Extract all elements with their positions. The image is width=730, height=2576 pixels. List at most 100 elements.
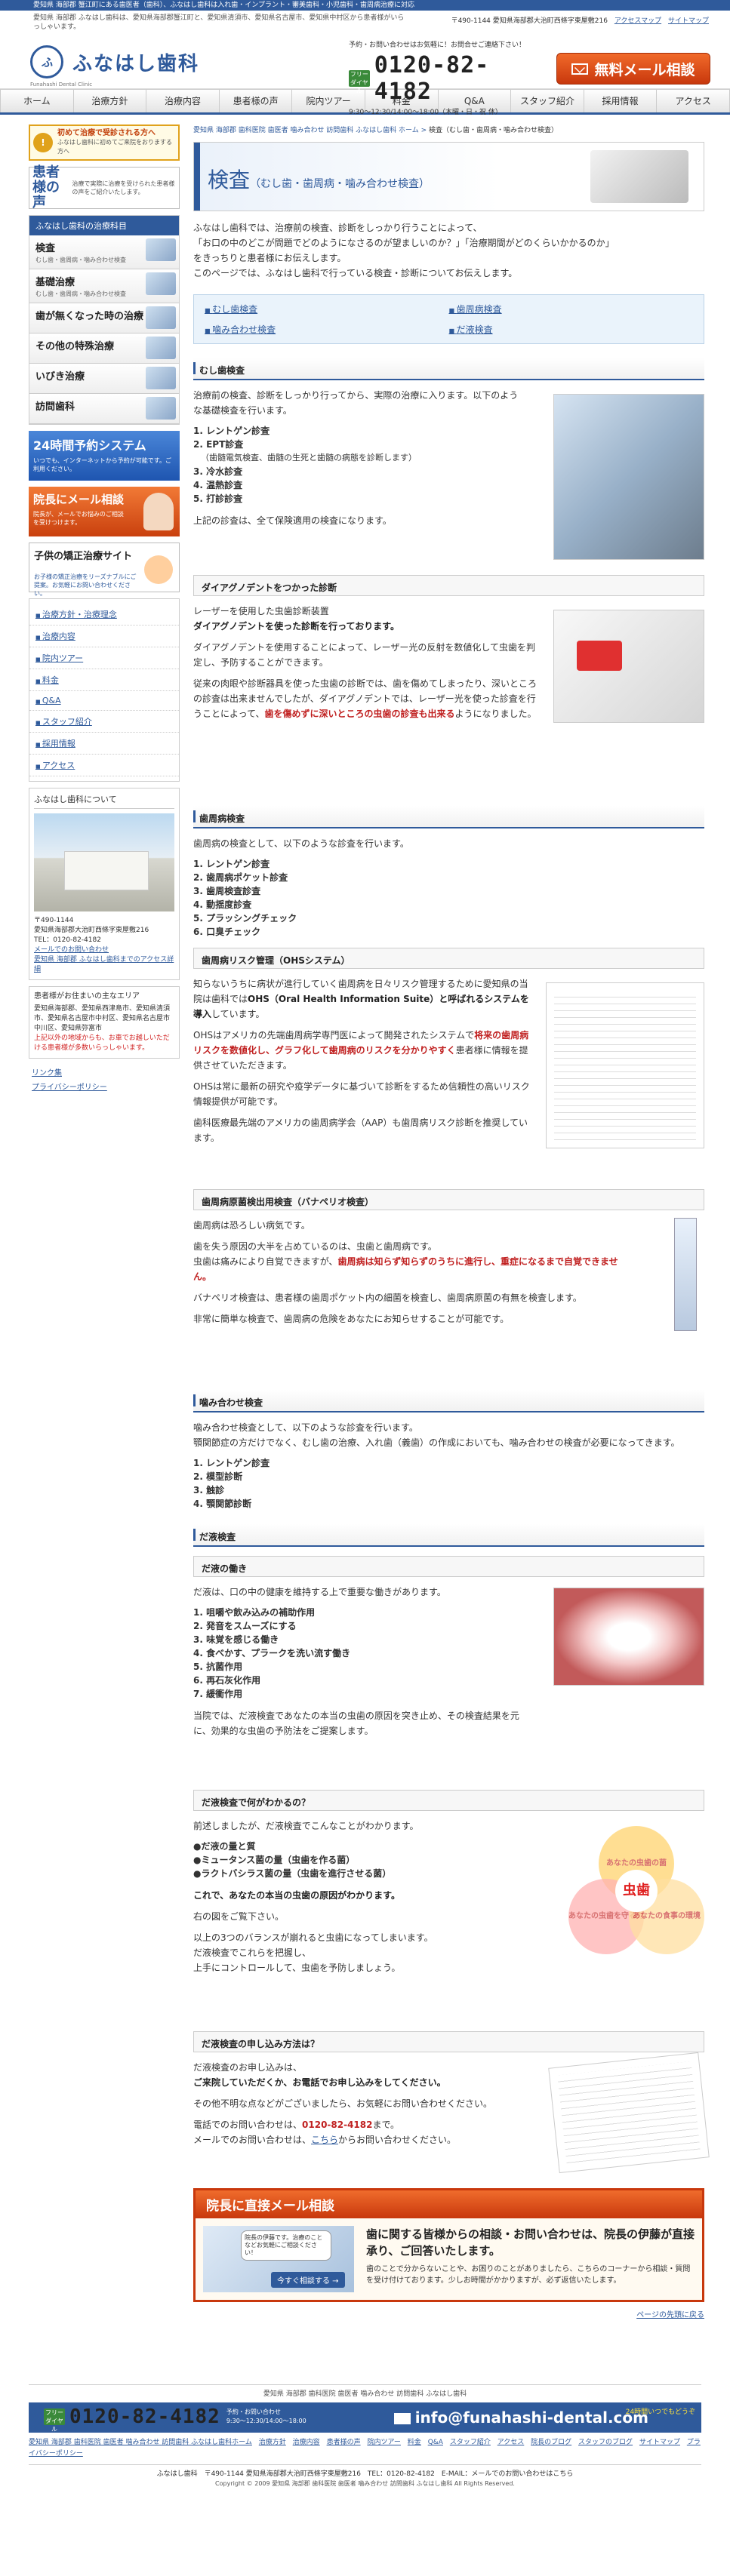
- nav-access[interactable]: アクセス: [657, 90, 730, 112]
- snoring-icon: [146, 367, 176, 389]
- tel-number[interactable]: 0120-82-4182: [374, 52, 545, 105]
- list-item: ●ラクトバシラス菌の量（虫歯を進行させる菌）: [193, 1868, 392, 1879]
- footer-link[interactable]: 料金: [408, 2439, 421, 2446]
- footer-link[interactable]: 治療方針: [259, 2439, 286, 2446]
- footer-mail[interactable]: info@funahashi-dental.com: [393, 2408, 648, 2427]
- footer-link[interactable]: 愛知県 海部郡 歯科医院 歯医者 噛み合わせ 訪問歯科 ふなはし歯科ホーム: [29, 2439, 252, 2446]
- footer-link[interactable]: Q&A: [428, 2439, 443, 2446]
- footer-link[interactable]: スタッフのブログ: [578, 2439, 633, 2446]
- envelope-icon: [393, 2413, 411, 2424]
- access-map-link[interactable]: アクセスマップ: [614, 17, 661, 25]
- list-item: 3. 歯周検査診査: [193, 886, 261, 896]
- application-form-image: [548, 2052, 710, 2174]
- consult-heading: 院長に直接メール相談: [196, 2190, 702, 2218]
- page-top-link[interactable]: ページの先頭に戻る: [636, 2311, 704, 2319]
- toc-caries[interactable]: むし歯検査: [205, 303, 449, 315]
- sidebar-link-policy[interactable]: 治療方針・治療理念: [29, 604, 179, 626]
- subsection-heading: だ液検査で何がわかるの？: [193, 1790, 704, 1811]
- footer-link[interactable]: 院長のブログ: [531, 2439, 571, 2446]
- sidebar-item-basic[interactable]: 基礎治療 むし歯・歯周病・噛み合わせ検査: [29, 269, 179, 303]
- kids-desc: お子様の矯正治療をリーズナブルにご提案。お気軽にお問い合わせください。: [34, 573, 137, 597]
- about-box: ふなはし歯科について 〒490-1144 愛知県海部郡大治町西條字東屋敷216 …: [29, 788, 180, 980]
- list-item: ●ミュータンス菌の量（虫歯を作る菌）: [193, 1855, 356, 1865]
- sidebar-links: 治療方針・治療理念 治療内容 院内ツアー 料金 Q&A スタッフ紹介 採用情報 …: [29, 598, 180, 782]
- nav-home[interactable]: ホーム: [0, 90, 74, 112]
- nav-recruit[interactable]: 採用情報: [584, 90, 658, 112]
- tel-hours: 9:30〜12:30/14:00〜18:00（木曜・日・祝 休）: [349, 109, 502, 116]
- about-mail-link[interactable]: メールでのお問い合わせ: [34, 945, 174, 955]
- subsection-heading: ダイアグノデントをつかった診断: [193, 575, 704, 596]
- site-header: 愛知県 海部郡 ふなはし歯科は、愛知県海部郡蟹江町と、愛知県清須市、愛知県名古屋…: [0, 11, 730, 116]
- list-item: 1. レントゲン診査: [193, 426, 270, 436]
- director-mail-banner[interactable]: 院長にメール相談 院長が、メールでお悩みのご相談を受けつけます。: [29, 487, 180, 536]
- paragraph: 噛み合わせ検査として、以下のような診査を行います。: [193, 1422, 418, 1433]
- section-bite: 噛み合わせ検査 噛み合わせ検査として、以下のような診査を行います。 顎関節症の方だ…: [193, 1390, 704, 1511]
- saliva-function-list: 1. 咀嚼や飲み込みの補助作用 2. 発音をスムーズにする 3. 味覚を感じる働…: [193, 1606, 525, 1701]
- sidebar-link-access[interactable]: アクセス: [29, 755, 179, 776]
- intro: ふなはし歯科では、治療前の検査、診断をしっかり行うことによって、 「お口の中のど…: [193, 220, 704, 281]
- sidebar-link-price[interactable]: 料金: [29, 669, 179, 691]
- sidebar-link-qa[interactable]: Q&A: [29, 691, 179, 711]
- first-visit-banner[interactable]: ! 初めて治療で受診される方へ ふなはし歯科に初めてご来院をおりまする方へ: [29, 124, 180, 161]
- footer-link[interactable]: スタッフ紹介: [450, 2439, 491, 2446]
- sidebar-item-missing-teeth[interactable]: 歯が無くなった時の治療: [29, 303, 179, 334]
- table-of-contents: むし歯検査 歯周病検査 噛み合わせ検査 だ液検査: [193, 294, 704, 344]
- director-mail-desc: 院長が、メールでお悩みのご相談を受けつけます。: [33, 511, 124, 526]
- sidebar-item-snoring[interactable]: いびき治療: [29, 364, 179, 394]
- footer-link[interactable]: アクセス: [497, 2439, 525, 2446]
- list-item: 3. 味覚を感じる働き: [193, 1634, 279, 1645]
- toc-bite[interactable]: 噛み合わせ検査: [205, 323, 449, 336]
- sidebar-item-visit[interactable]: 訪問歯科: [29, 394, 179, 424]
- section-saliva: だ液検査 だ液の働き だ液は、口の中の健康を維持する上で重要な働きがあります。 …: [193, 1524, 710, 2174]
- director-consult-box: 院長に直接メール相談 院長の伊藤です。治療のことなどお気軽にご相談ください！ 今…: [193, 2188, 704, 2302]
- implant-icon: [146, 306, 176, 329]
- footer-link[interactable]: 患者様の声: [327, 2439, 361, 2446]
- list-item: 3. 冷水診査: [193, 466, 243, 477]
- sidebar-link-treatment[interactable]: 治療内容: [29, 626, 179, 647]
- nav-voice[interactable]: 患者様の声: [220, 90, 293, 112]
- footer-link[interactable]: 院内ツアー: [367, 2439, 400, 2446]
- sidebar-link-staff[interactable]: スタッフ紹介: [29, 711, 179, 733]
- apply-mail-link[interactable]: こちら: [311, 2135, 338, 2145]
- privacy-link[interactable]: プライバシーポリシー: [29, 1079, 180, 1093]
- apply-tel: 0120-82-4182: [302, 2120, 373, 2130]
- header-tel: 予約・お問い合わせはお気軽に！お問合せご連絡下さい！ フリーダイヤル 0120-…: [349, 39, 545, 116]
- sidebar-item-special[interactable]: その他の特殊治療: [29, 334, 179, 364]
- address-text: 〒490-1144 愛知県海部郡大治町西條字東屋敷216: [451, 17, 608, 25]
- patient-voice-banner[interactable]: 患者様の声 治療で実際に治療を受けられた患者様の声をご紹介いたします。: [29, 164, 180, 211]
- footer-link[interactable]: 治療内容: [293, 2439, 320, 2446]
- footer-contact-bar: フリーダイヤル 0120-82-4182 予約・お問い合わせ 9:30〜12:3…: [29, 2402, 701, 2433]
- footer-link[interactable]: サイトマップ: [639, 2439, 680, 2446]
- nav-treatment[interactable]: 治療内容: [146, 90, 220, 112]
- director-image: 院長の伊藤です。治療のことなどお気軽にご相談ください！ 今すぐ相談する →: [203, 2226, 354, 2292]
- consult-desc: 歯のことで分からないことや、お困りのことがありましたら、こちらのコーナーから相談…: [366, 2265, 691, 2285]
- list-item: 5. 抗菌作用: [193, 1661, 243, 1672]
- list-item: 1. レントゲン診査: [193, 1458, 270, 1468]
- links-link[interactable]: リンク集: [29, 1065, 180, 1079]
- sidebar-link-recruit[interactable]: 採用情報: [29, 733, 179, 755]
- list-item: 6. 再石灰化作用: [193, 1675, 261, 1686]
- logo-name: ふなはし歯科: [72, 52, 200, 75]
- header-address: 〒490-1144 愛知県海部郡大治町西條字東屋敷216 アクセスマップ サイト…: [451, 15, 709, 25]
- sitemap-link[interactable]: サイトマップ: [668, 17, 709, 25]
- footer-tel[interactable]: 0120-82-4182: [69, 2405, 220, 2428]
- voice-title: 患者様の声: [32, 164, 60, 211]
- kids-ortho-banner[interactable]: 子供の矯正治療サイト お子様の矯正治療をリーズナブルにご提案。お気軽にお問い合わ…: [29, 543, 180, 597]
- sidebar-item-exam[interactable]: 検査 むし歯・歯周病・噛み合わせ検査: [29, 235, 179, 269]
- sidebar-link-tour[interactable]: 院内ツアー: [29, 647, 179, 669]
- tel-note: 予約・お問い合わせはお気軽に！お問合せご連絡下さい！: [349, 41, 526, 49]
- list-item: 4. 顎関節診断: [193, 1499, 252, 1509]
- toc-saliva[interactable]: だ液検査: [449, 323, 694, 336]
- reservation-banner[interactable]: 24時間予約システム いつでも、インターネットから予約が可能です。ご利用ください…: [29, 431, 180, 481]
- site-logo[interactable]: ふ ふなはし歯科 Funahashi Dental Clinic: [30, 45, 200, 88]
- area-note: 上記以外の地域からも、お車でお越しいただける患者様が多数いらっしゃいます。: [34, 1034, 170, 1052]
- ohs-report-image: [546, 982, 704, 1148]
- nav-policy[interactable]: 治療方針: [74, 90, 147, 112]
- list-item: 2. 発音をスムーズにする: [193, 1621, 297, 1631]
- about-access-link[interactable]: 愛知県 海部郡 ふなはし歯科までのアクセス詳細: [34, 955, 174, 975]
- breadcrumb-home[interactable]: 愛知県 海部郡 歯科医院 歯医者 噛み合わせ 訪問歯科 ふなはし歯科 ホーム: [193, 127, 419, 134]
- voice-desc: 治療で実際に治療を受けられた患者様の声をご紹介いたします。: [72, 180, 175, 195]
- free-mail-consult-button[interactable]: 無料メール相談: [556, 53, 710, 85]
- toc-perio[interactable]: 歯周病検査: [449, 303, 694, 315]
- consult-now-button[interactable]: 今すぐ相談する →: [271, 2272, 345, 2288]
